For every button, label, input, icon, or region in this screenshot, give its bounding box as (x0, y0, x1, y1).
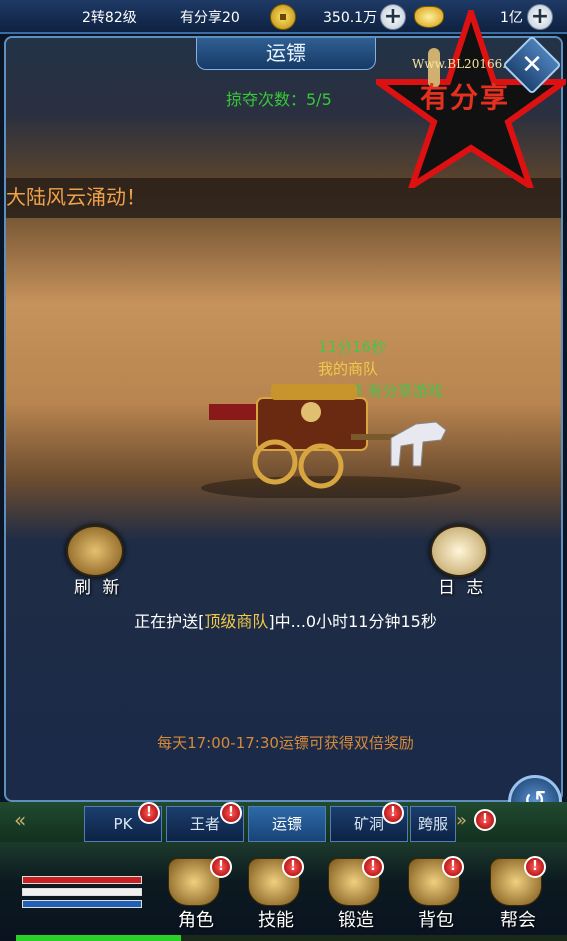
tab-label: 矿洞 (353, 815, 384, 833)
dock-label: 帮会 (500, 910, 536, 931)
dock-skills[interactable]: 技能 ! (238, 856, 314, 938)
scroll-icon[interactable] (430, 525, 488, 577)
escort-status: 正在护送[顶级商队]中...0小时11分钟15秒 (6, 608, 561, 632)
alert-badge: ! (210, 856, 232, 878)
tabs-scroll-left-icon[interactable]: « (14, 808, 26, 832)
escort-rank: 顶级商队 (204, 612, 269, 631)
dock-label: 角色 (178, 910, 214, 931)
experience-bar (16, 935, 567, 941)
tab-label: 运镖 (271, 815, 302, 833)
dock-label: 背包 (418, 910, 454, 931)
experience-fill (16, 935, 182, 941)
dock-forge[interactable]: 锻造 ! (318, 856, 394, 938)
gold-amount: 350.1万 (323, 10, 378, 26)
bottom-dock: 角色 ! 技能 ! 锻造 ! 背包 ! 帮会 ! (0, 842, 567, 941)
tab-escort[interactable]: 运镖 (248, 806, 326, 842)
tab-label: PK (113, 815, 133, 833)
escort-prefix: 正在护送[ (134, 612, 205, 631)
feature-tabs: « PK ! 王者 ! 运镖 矿洞 ! 跨服 » ! (0, 802, 567, 842)
alert-badge: ! (382, 802, 404, 824)
alert-badge: ! (362, 856, 384, 878)
tabs-scroll-right-icon[interactable]: » (456, 810, 467, 831)
coin-icon (270, 4, 296, 30)
dock-label: 锻造 (338, 910, 374, 931)
escort-suffix: ]中...0小时11分钟15秒 (268, 612, 437, 631)
alert-badge: ! (442, 856, 464, 878)
alert-badge: ! (524, 856, 546, 878)
alert-badge: ! (282, 856, 304, 878)
close-icon: ✕ (521, 50, 543, 80)
alert-badge: ! (220, 802, 242, 824)
tab-label: 跨服 (417, 815, 448, 833)
convoy-carriage[interactable] (201, 378, 461, 498)
dock-label: 技能 (258, 910, 294, 931)
vip-label: 有分享20 (180, 10, 240, 26)
status-bars (22, 876, 142, 928)
convoy-name: 我的商队 (318, 360, 379, 378)
plunder-count: 掠夺次数：5/5 (226, 90, 332, 109)
refresh-button[interactable] (66, 525, 124, 577)
panel-title: 运镖 (196, 38, 376, 70)
dock-guild[interactable]: 帮会 ! (480, 856, 556, 938)
tab-label: 王者 (189, 815, 220, 833)
convoy-timer: 11分16秒 (318, 338, 387, 356)
bonus-tip: 每天17:00-17:30运镖可获得双倍奖励 (157, 734, 414, 752)
log-label: 日 志 (438, 578, 487, 598)
alert-badge: ! (474, 809, 496, 831)
alert-badge: ! (138, 802, 160, 824)
tab-cross-server[interactable]: 跨服 (410, 806, 456, 842)
refresh-label: 刷 新 (74, 578, 123, 598)
logo-brand: 有分享 (420, 81, 511, 114)
level-label: 2转82级 (82, 10, 137, 26)
dock-bag[interactable]: 背包 ! (398, 856, 474, 938)
dock-character[interactable]: 角色 ! (158, 856, 234, 938)
